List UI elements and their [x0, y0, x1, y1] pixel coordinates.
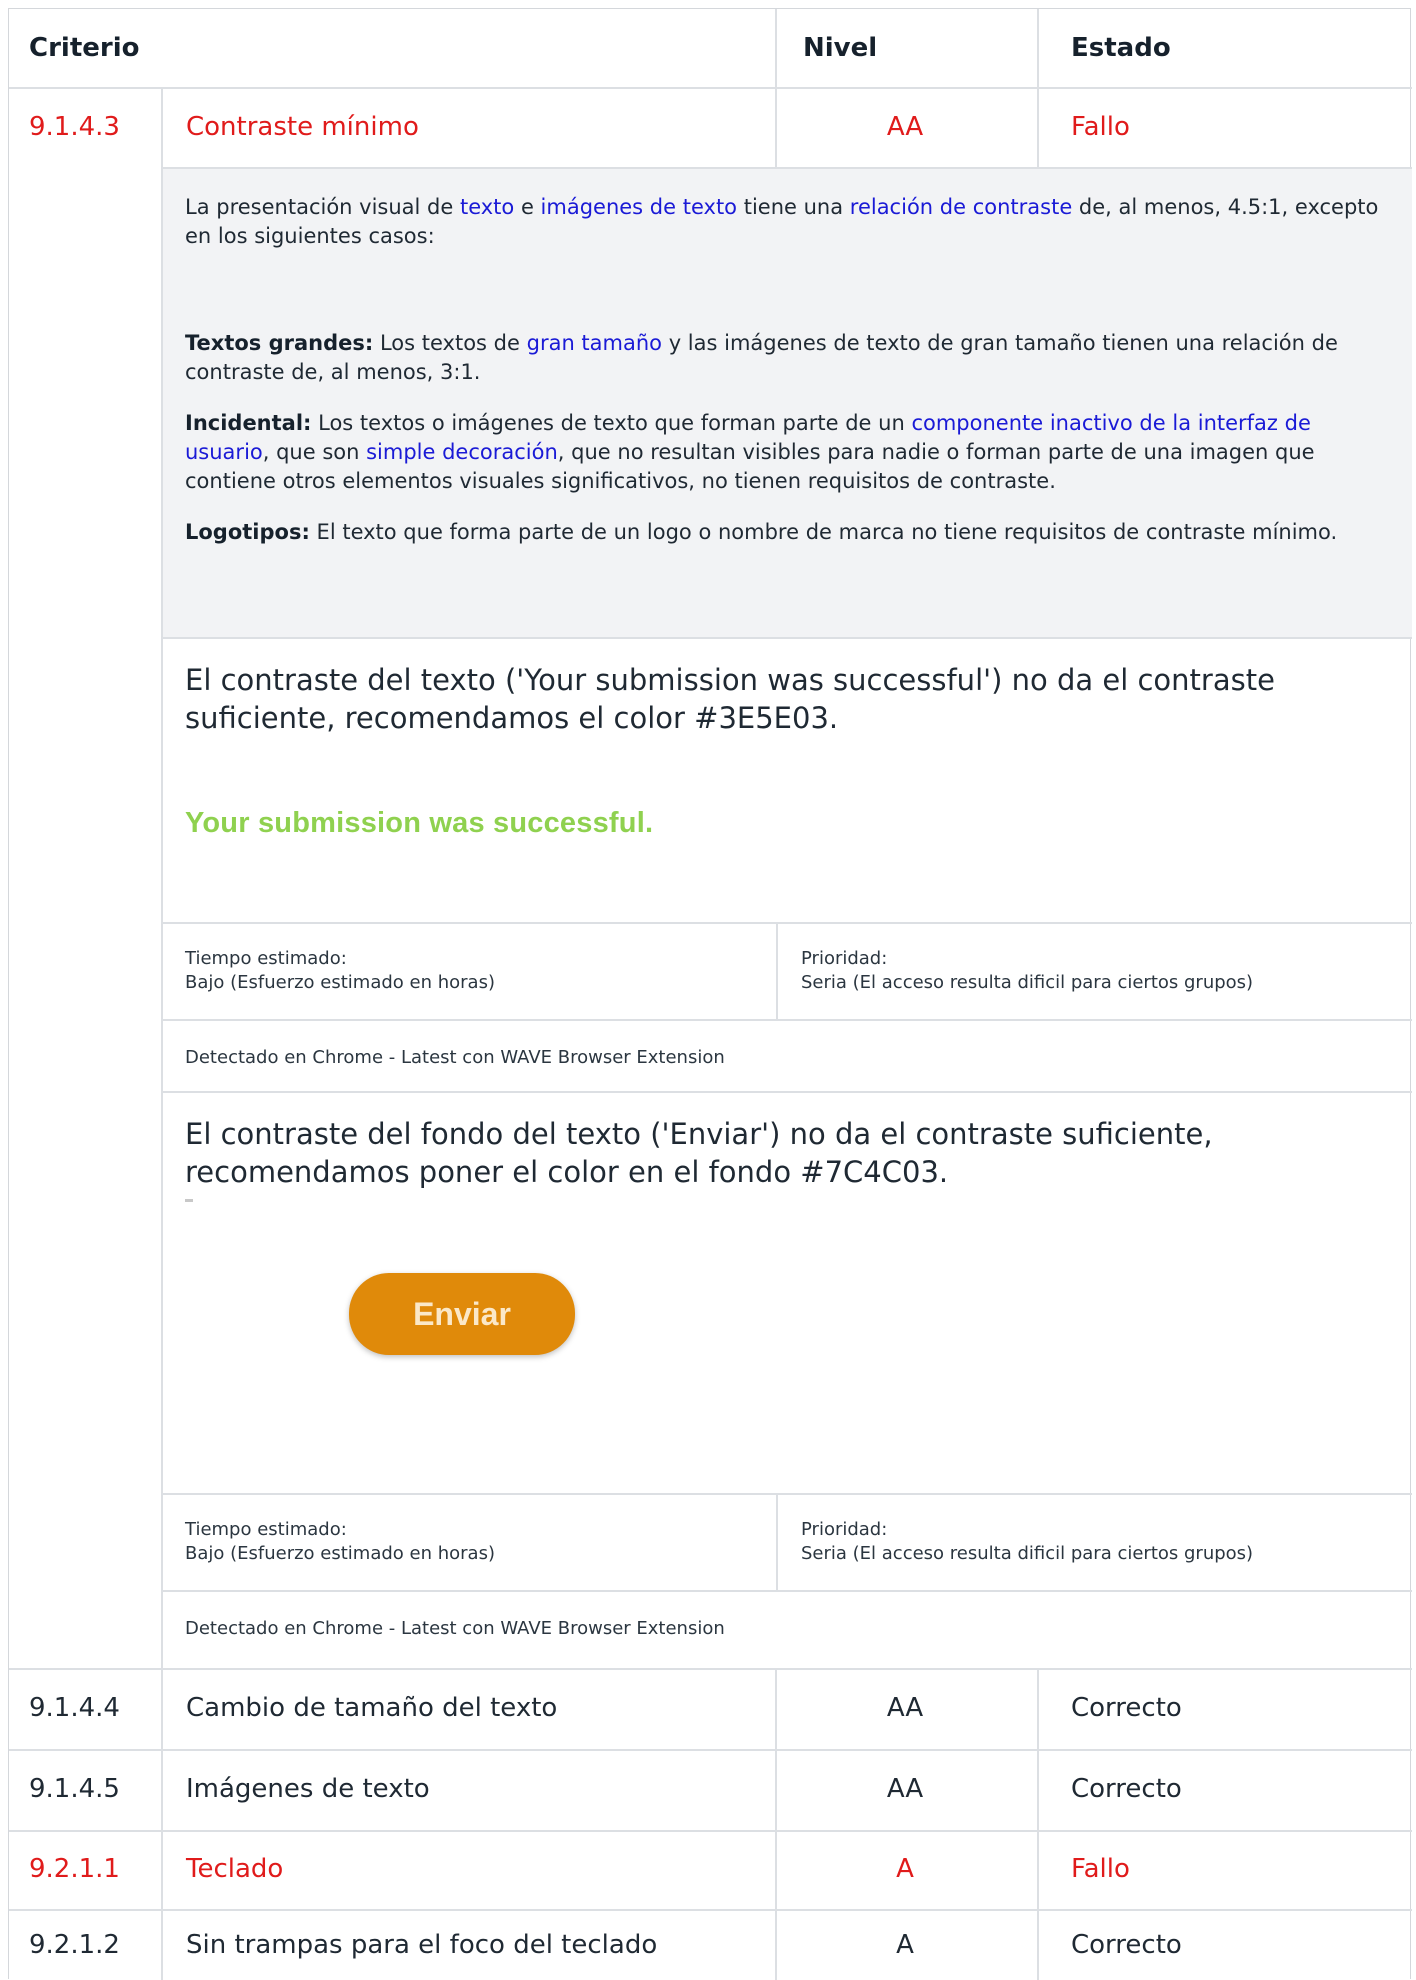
- row-level-9144: AA: [886, 1693, 924, 1723]
- header-estado: Estado: [1071, 33, 1171, 63]
- header-criterio: Criterio: [29, 33, 140, 63]
- row-status-9144: Correcto: [1071, 1693, 1182, 1723]
- finding-1-time-value: Bajo (Esfuerzo estimado en horas): [185, 972, 495, 993]
- finding-2-text: El contraste del fondo del texto ('Envia…: [185, 1117, 1213, 1189]
- finding-2-time-label: Tiempo estimado:: [185, 1519, 347, 1540]
- finding-2-time-value: Bajo (Esfuerzo estimado en horas): [185, 1543, 495, 1564]
- row-status-9212: Correcto: [1071, 1930, 1182, 1960]
- finding-2-priority-label: Prioridad:: [801, 1519, 888, 1540]
- link-relacion-de-contraste[interactable]: relación de contraste: [850, 195, 1072, 219]
- link-texto[interactable]: texto: [460, 195, 514, 219]
- header-nivel: Nivel: [803, 33, 878, 63]
- finding-1-time-label: Tiempo estimado:: [185, 948, 347, 969]
- enviar-button-screenshot: Enviar: [349, 1273, 575, 1355]
- row-level-9145: AA: [886, 1774, 924, 1804]
- row-id-9211: 9.2.1.1: [29, 1854, 120, 1884]
- row-name-9211: Teclado: [186, 1854, 284, 1884]
- finding-1-text: El contraste del texto ('Your submission…: [185, 663, 1275, 735]
- finding-2-priority-value: Seria (El acceso resulta dificil para ci…: [801, 1543, 1254, 1564]
- finding-1-screenshot: Your submission was successful.: [185, 807, 654, 839]
- row-level-9143: AA: [886, 112, 924, 142]
- row-status-9143: Fallo: [1071, 112, 1130, 142]
- link-gran-tamano[interactable]: gran tamaño: [527, 331, 662, 355]
- link-imagenes-de-texto[interactable]: imágenes de texto: [541, 195, 737, 219]
- finding-2-screenshot-mark: [185, 1199, 193, 1202]
- row-id-9145: 9.1.4.5: [29, 1774, 120, 1804]
- row-level-9211: A: [896, 1854, 914, 1884]
- criteria-table: Criterio Nivel Estado 9.1.4.3 Contraste …: [8, 8, 1412, 1980]
- finding-1-detected: Detectado en Chrome - Latest con WAVE Br…: [185, 1047, 725, 1068]
- description-logos: Logotipos: El texto que forma parte de u…: [185, 520, 1338, 544]
- row-status-9211: Fallo: [1071, 1854, 1130, 1884]
- finding-1-priority-value: Seria (El acceso resulta dificil para ci…: [801, 972, 1254, 993]
- description-incidental: Incidental: Los textos o imágenes de tex…: [185, 411, 1315, 493]
- criterion-description: La presentación visual de texto e imágen…: [163, 169, 1412, 637]
- row-id-9144: 9.1.4.4: [29, 1693, 120, 1723]
- row-id-9143: 9.1.4.3: [29, 112, 120, 142]
- row-id-9212: 9.2.1.2: [29, 1930, 120, 1960]
- row-name-9145: Imágenes de texto: [186, 1774, 430, 1804]
- description-intro: La presentación visual de texto e imágen…: [185, 195, 1379, 248]
- row-level-9212: A: [896, 1930, 914, 1960]
- finding-1-priority-label: Prioridad:: [801, 948, 888, 969]
- row-name-9212: Sin trampas para el foco del teclado: [186, 1930, 658, 1960]
- description-large-text: Textos grandes: Los textos de gran tamañ…: [185, 331, 1338, 384]
- row-name-9143: Contraste mínimo: [186, 112, 419, 142]
- finding-2-detected: Detectado en Chrome - Latest con WAVE Br…: [185, 1618, 725, 1639]
- row-name-9144: Cambio de tamaño del texto: [186, 1693, 558, 1723]
- link-simple-decoracion[interactable]: simple decoración: [366, 440, 558, 464]
- row-status-9145: Correcto: [1071, 1774, 1182, 1804]
